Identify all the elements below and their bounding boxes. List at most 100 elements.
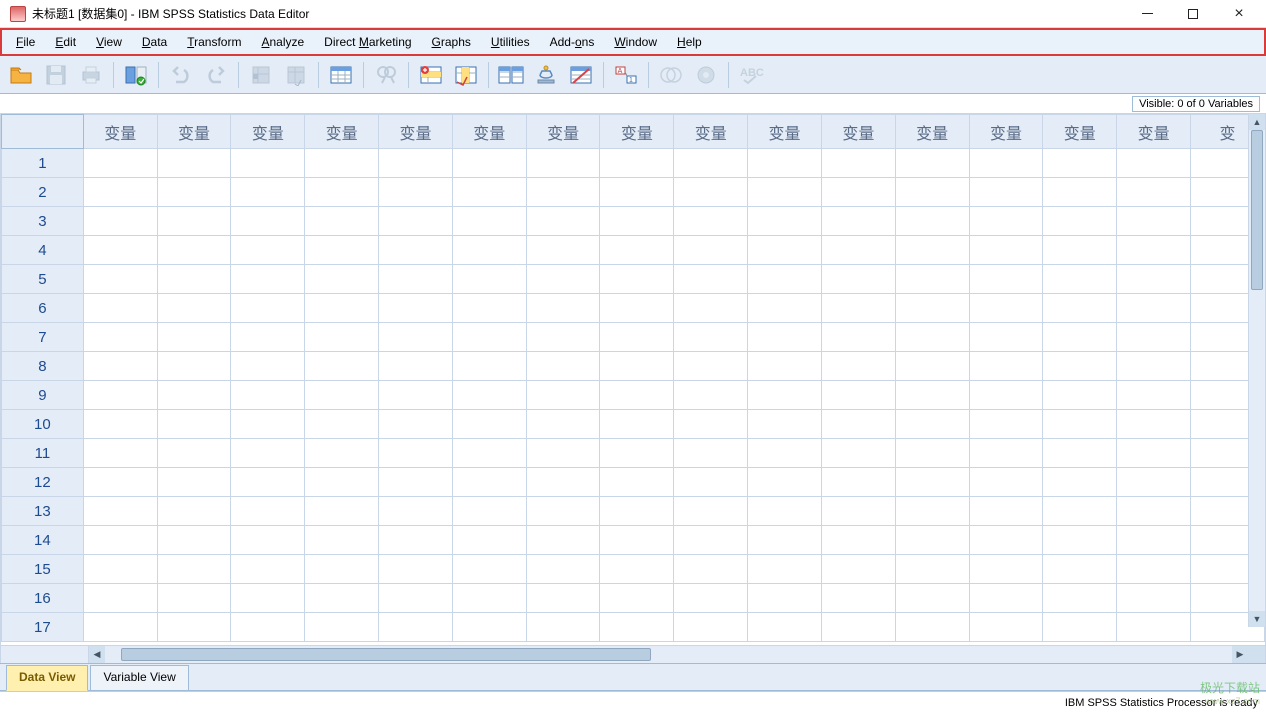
data-cell[interactable] — [1043, 468, 1117, 497]
use-variable-sets-icon[interactable] — [656, 60, 686, 90]
data-cell[interactable] — [305, 439, 379, 468]
menu-edit[interactable]: Edit — [45, 32, 86, 52]
data-cell[interactable] — [452, 149, 526, 178]
data-cell[interactable] — [895, 265, 969, 294]
data-cell[interactable] — [526, 584, 600, 613]
data-cell[interactable] — [305, 410, 379, 439]
data-cell[interactable] — [748, 613, 822, 642]
row-header[interactable]: 11 — [2, 439, 84, 468]
data-cell[interactable] — [821, 236, 895, 265]
data-cell[interactable] — [895, 294, 969, 323]
data-cell[interactable] — [83, 439, 157, 468]
data-cell[interactable] — [379, 410, 453, 439]
data-cell[interactable] — [1043, 294, 1117, 323]
maximize-button[interactable] — [1170, 0, 1216, 28]
column-header[interactable]: 变量 — [452, 115, 526, 149]
data-cell[interactable] — [157, 381, 231, 410]
data-cell[interactable] — [674, 294, 748, 323]
data-cell[interactable] — [748, 555, 822, 584]
data-cell[interactable] — [305, 149, 379, 178]
save-icon[interactable] — [41, 60, 71, 90]
data-cell[interactable] — [895, 526, 969, 555]
scroll-left-icon[interactable]: ◀ — [89, 646, 105, 663]
data-cell[interactable] — [1043, 410, 1117, 439]
data-cell[interactable] — [1117, 526, 1191, 555]
data-cell[interactable] — [526, 178, 600, 207]
data-cell[interactable] — [895, 613, 969, 642]
data-cell[interactable] — [231, 207, 305, 236]
data-cell[interactable] — [83, 584, 157, 613]
data-cell[interactable] — [1043, 439, 1117, 468]
data-cell[interactable] — [231, 265, 305, 294]
data-cell[interactable] — [1117, 468, 1191, 497]
data-cell[interactable] — [748, 381, 822, 410]
data-cell[interactable] — [969, 236, 1043, 265]
data-cell[interactable] — [821, 149, 895, 178]
data-cell[interactable] — [821, 323, 895, 352]
column-header[interactable]: 变量 — [231, 115, 305, 149]
data-cell[interactable] — [452, 584, 526, 613]
data-cell[interactable] — [231, 352, 305, 381]
data-cell[interactable] — [452, 323, 526, 352]
data-cell[interactable] — [157, 584, 231, 613]
data-cell[interactable] — [305, 497, 379, 526]
data-cell[interactable] — [231, 439, 305, 468]
data-cell[interactable] — [452, 613, 526, 642]
data-cell[interactable] — [526, 381, 600, 410]
data-cell[interactable] — [305, 526, 379, 555]
data-cell[interactable] — [305, 352, 379, 381]
data-cell[interactable] — [600, 178, 674, 207]
weight-cases-icon[interactable] — [531, 60, 561, 90]
data-cell[interactable] — [157, 294, 231, 323]
data-cell[interactable] — [157, 468, 231, 497]
data-cell[interactable] — [231, 149, 305, 178]
data-cell[interactable] — [83, 236, 157, 265]
data-cell[interactable] — [526, 497, 600, 526]
data-cell[interactable] — [526, 555, 600, 584]
data-cell[interactable] — [1043, 236, 1117, 265]
data-cell[interactable] — [748, 236, 822, 265]
data-cell[interactable] — [1043, 497, 1117, 526]
data-cell[interactable] — [600, 294, 674, 323]
row-header[interactable]: 13 — [2, 497, 84, 526]
insert-case-icon[interactable] — [416, 60, 446, 90]
data-cell[interactable] — [674, 178, 748, 207]
data-cell[interactable] — [674, 323, 748, 352]
data-cell[interactable] — [379, 323, 453, 352]
data-cell[interactable] — [1117, 207, 1191, 236]
menu-help[interactable]: Help — [667, 32, 712, 52]
data-cell[interactable] — [1117, 178, 1191, 207]
data-cell[interactable] — [600, 497, 674, 526]
data-cell[interactable] — [452, 236, 526, 265]
data-cell[interactable] — [821, 613, 895, 642]
data-cell[interactable] — [748, 468, 822, 497]
data-cell[interactable] — [231, 584, 305, 613]
data-cell[interactable] — [600, 207, 674, 236]
data-cell[interactable] — [305, 178, 379, 207]
data-cell[interactable] — [1043, 555, 1117, 584]
data-cell[interactable] — [1043, 323, 1117, 352]
data-cell[interactable] — [452, 294, 526, 323]
row-header[interactable]: 4 — [2, 236, 84, 265]
data-cell[interactable] — [748, 526, 822, 555]
data-cell[interactable] — [83, 207, 157, 236]
menu-utilities[interactable]: Utilities — [481, 32, 540, 52]
data-cell[interactable] — [969, 352, 1043, 381]
variables-icon[interactable] — [326, 60, 356, 90]
row-header[interactable]: 17 — [2, 613, 84, 642]
data-cell[interactable] — [674, 352, 748, 381]
data-cell[interactable] — [969, 526, 1043, 555]
redo-icon[interactable] — [201, 60, 231, 90]
data-cell[interactable] — [600, 265, 674, 294]
data-cell[interactable] — [379, 497, 453, 526]
column-header[interactable]: 变量 — [83, 115, 157, 149]
data-cell[interactable] — [748, 352, 822, 381]
data-cell[interactable] — [379, 294, 453, 323]
data-cell[interactable] — [526, 236, 600, 265]
data-cell[interactable] — [526, 207, 600, 236]
column-header[interactable]: 变量 — [305, 115, 379, 149]
data-cell[interactable] — [1117, 410, 1191, 439]
row-header[interactable]: 6 — [2, 294, 84, 323]
data-cell[interactable] — [1117, 236, 1191, 265]
data-cell[interactable] — [1117, 149, 1191, 178]
